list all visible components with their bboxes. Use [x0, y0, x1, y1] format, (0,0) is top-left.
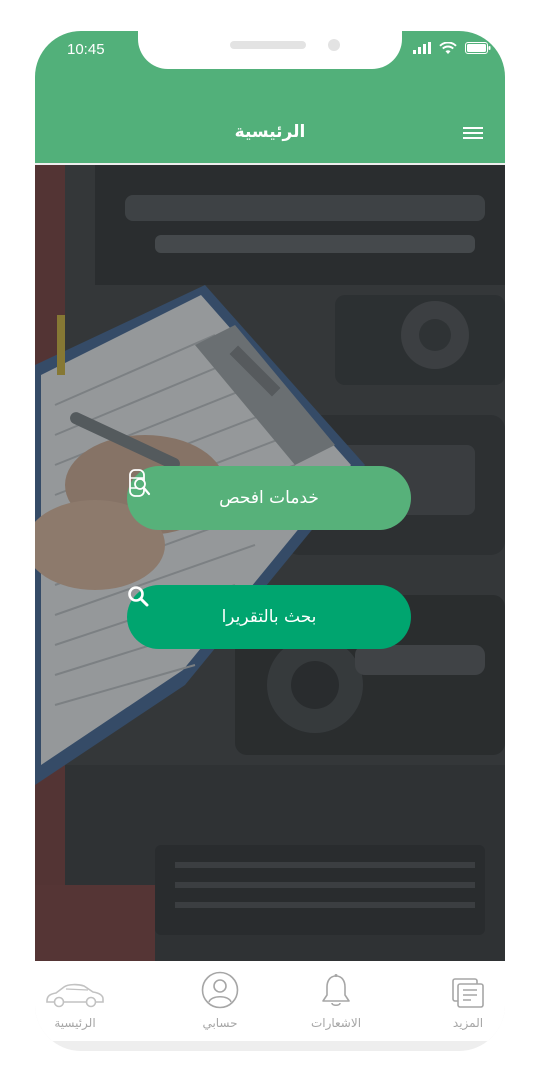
battery-icon	[465, 42, 491, 54]
device-notch	[138, 31, 402, 69]
user-icon	[201, 971, 239, 1009]
hero-background: خدمات افحص بحث بالتقريرا	[35, 165, 505, 961]
nav-item-notifications[interactable]: الاشعارات	[281, 971, 391, 1035]
status-icons	[413, 41, 491, 55]
search-icon	[128, 586, 149, 607]
wifi-icon	[439, 41, 457, 54]
nav-label-more: المزيد	[452, 1016, 484, 1030]
nav-label-notifications: الاشعارات	[310, 1016, 362, 1030]
app-header: 10:45 الرئيسية	[35, 31, 505, 163]
bottom-navigation: الرئيسية حسابي الاشعارات المزيد	[35, 961, 505, 1041]
hamburger-menu-icon[interactable]	[463, 125, 483, 141]
more-icon	[452, 978, 484, 1008]
nav-item-account[interactable]: حسابي	[165, 971, 275, 1035]
nav-item-home[interactable]: الرئيسية	[35, 971, 130, 1035]
nav-label-account: حسابي	[202, 1016, 238, 1030]
page-title: الرئيسية	[234, 122, 306, 142]
search-report-label: بحث بالتقريرا	[221, 607, 317, 627]
hero-overlay	[35, 165, 505, 961]
car-icon	[46, 983, 104, 1008]
inspection-services-label: خدمات افحص	[219, 488, 319, 508]
nav-label-home: الرئيسية	[54, 1016, 96, 1030]
front-camera	[328, 39, 340, 51]
signal-icon	[413, 42, 431, 54]
phone-frame: 10:45 الرئيسية خدمات افحص بحث بالتقريرا …	[35, 31, 505, 1051]
car-inspection-icon	[129, 469, 151, 497]
search-report-button[interactable]: بحث بالتقريرا	[127, 585, 411, 649]
speaker-grille	[230, 41, 306, 49]
nav-item-more[interactable]: المزيد	[413, 971, 505, 1035]
bell-icon	[322, 974, 350, 1007]
inspection-services-button[interactable]: خدمات افحص	[127, 466, 411, 530]
status-time: 10:45	[67, 41, 105, 58]
